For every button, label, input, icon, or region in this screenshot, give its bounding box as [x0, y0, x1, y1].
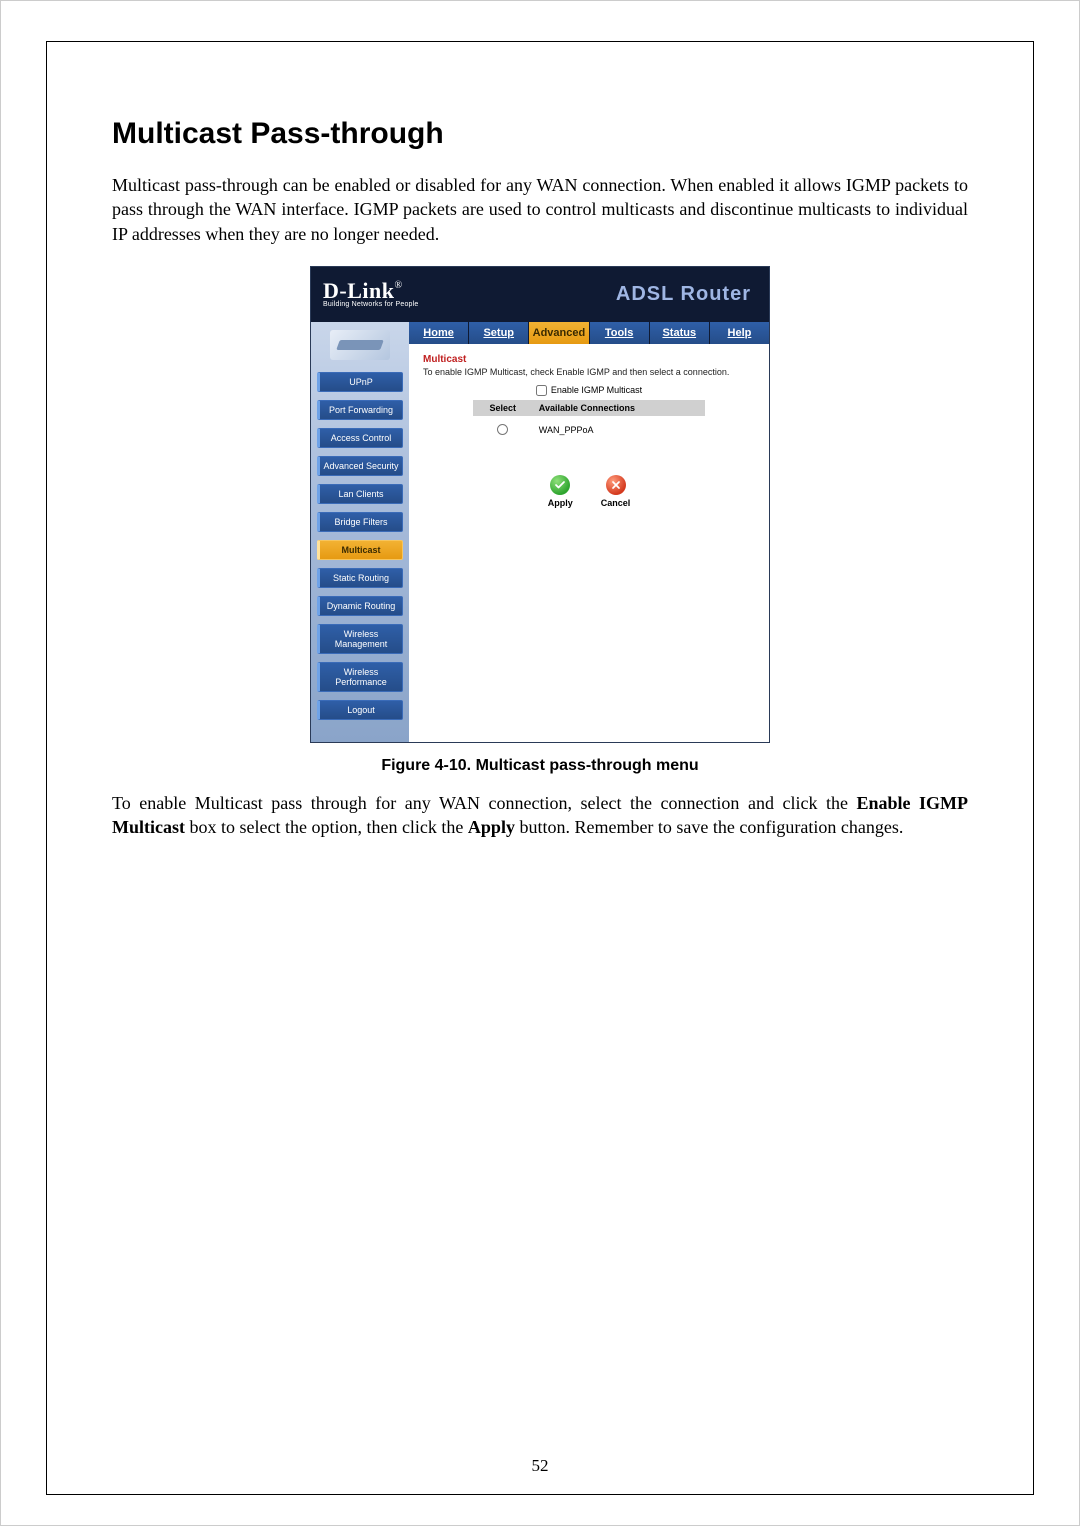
- cancel-button[interactable]: Cancel: [601, 475, 631, 508]
- connections-tbody: WAN_PPPoA: [473, 416, 705, 445]
- intro-paragraph: Multicast pass-through can be enabled or…: [112, 173, 968, 246]
- enable-igmp-checkbox[interactable]: [536, 385, 547, 396]
- sidebar-item-advanced-security[interactable]: Advanced Security: [317, 456, 403, 476]
- brand-logo: D-Link® Building Networks for People: [323, 281, 418, 309]
- tab-tools[interactable]: Tools: [590, 322, 650, 344]
- sidebar-item-access-control[interactable]: Access Control: [317, 428, 403, 448]
- figure-wrap: D-Link® Building Networks for People ADS…: [112, 266, 968, 775]
- sidebar-item-lan-clients[interactable]: Lan Clients: [317, 484, 403, 504]
- tab-status[interactable]: Status: [650, 322, 710, 344]
- panel-title: Multicast: [423, 354, 755, 365]
- sidebar-item-logout[interactable]: Logout: [317, 700, 403, 720]
- sidebar-item-port-forwarding[interactable]: Port Forwarding: [317, 400, 403, 420]
- section-title: Multicast Pass-through: [112, 117, 968, 151]
- apply-icon: [550, 475, 570, 495]
- cancel-label: Cancel: [601, 498, 631, 508]
- table-row: WAN_PPPoA: [473, 416, 705, 445]
- instruction-paragraph: To enable Multicast pass through for any…: [112, 791, 968, 840]
- apply-button[interactable]: Apply: [548, 475, 573, 508]
- col-connections: Available Connections: [533, 400, 705, 416]
- top-tabs: HomeSetupAdvancedToolsStatusHelp: [409, 322, 769, 344]
- sidebar-item-wireless-management[interactable]: Wireless Management: [317, 624, 403, 654]
- product-name: ADSL Router: [616, 283, 751, 306]
- sidebar-item-wireless-performance[interactable]: Wireless Performance: [317, 662, 403, 692]
- brand-name: D-Link: [323, 278, 394, 303]
- apply-label: Apply: [548, 498, 573, 508]
- connections-table: Select Available Connections WAN_PPPoA: [473, 400, 705, 445]
- router-header: D-Link® Building Networks for People ADS…: [311, 267, 769, 322]
- tab-setup[interactable]: Setup: [469, 322, 529, 344]
- router-screenshot: D-Link® Building Networks for People ADS…: [310, 266, 770, 743]
- col-select: Select: [473, 400, 533, 416]
- sidebar-item-static-routing[interactable]: Static Routing: [317, 568, 403, 588]
- figure-caption: Figure 4-10. Multicast pass-through menu: [381, 757, 698, 775]
- tab-home[interactable]: Home: [409, 322, 469, 344]
- device-image: [330, 330, 390, 360]
- sidebar: UPnP Port Forwarding Access Control Advance…: [311, 322, 409, 742]
- enable-igmp-label: Enable IGMP Multicast: [551, 385, 642, 395]
- tab-advanced[interactable]: Advanced: [529, 322, 589, 344]
- tab-help[interactable]: Help: [710, 322, 769, 344]
- connection-name: WAN_PPPoA: [533, 416, 705, 445]
- sidebar-item-bridge-filters[interactable]: Bridge Filters: [317, 512, 403, 532]
- cancel-icon: [606, 475, 626, 495]
- page-number: 52: [47, 1456, 1033, 1476]
- sidebar-item-multicast[interactable]: Multicast: [317, 540, 403, 560]
- panel-hint: To enable IGMP Multicast, check Enable I…: [423, 367, 755, 377]
- sidebar-item-upnp[interactable]: UPnP: [317, 372, 403, 392]
- connection-radio[interactable]: [497, 424, 508, 435]
- sidebar-item-dynamic-routing[interactable]: Dynamic Routing: [317, 596, 403, 616]
- brand-tagline: Building Networks for People: [323, 302, 418, 308]
